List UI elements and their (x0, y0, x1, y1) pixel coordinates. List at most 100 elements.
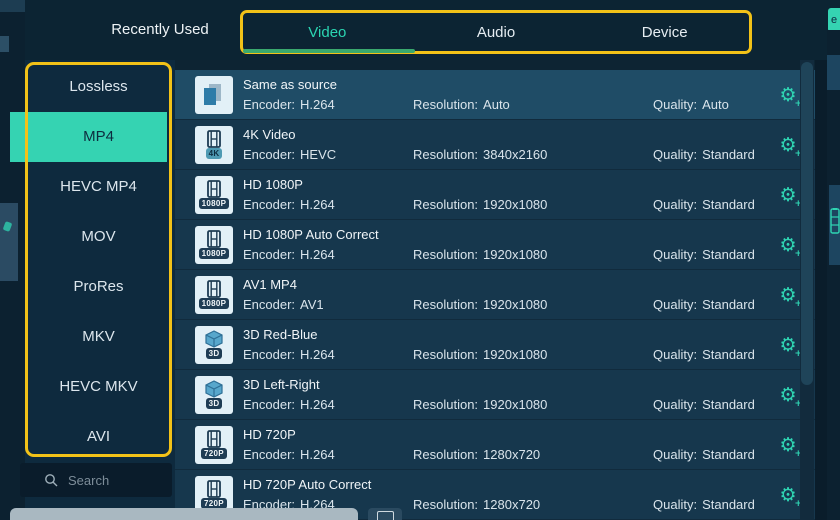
sidebar-item-mp4[interactable]: MP4 (25, 112, 172, 162)
preset-title: 4K Video (243, 127, 296, 142)
encoder-value: AV1 (300, 297, 324, 312)
quality-value: Standard (702, 297, 755, 312)
cube-glyph (205, 380, 223, 398)
film-1080p-icon: 1080P (195, 226, 233, 264)
settings-gear-icon[interactable]: ⚙ + (776, 234, 802, 259)
sidebar-item-lossless[interactable]: Lossless (25, 62, 172, 112)
tab-video[interactable]: Video (243, 13, 412, 51)
search-box[interactable] (20, 463, 172, 497)
encoder-label: Encoder: (243, 347, 296, 362)
search-input[interactable] (66, 471, 148, 489)
encoder-detail: Encoder: H.264 (243, 397, 335, 412)
tab-device[interactable]: Device (580, 13, 749, 51)
encoder-label: Encoder: (243, 97, 296, 112)
quality-value: Auto (702, 97, 729, 112)
resolution-label: Resolution: (413, 147, 479, 162)
resolution-badge: 1080P (198, 198, 230, 209)
encoder-detail: Encoder: HEVC (243, 147, 336, 162)
sidebar-item-mkv[interactable]: MKV (25, 312, 172, 362)
preset-row-4k-video[interactable]: 4K 4K Video Encoder: HEVC Resolution: 3840… (175, 120, 815, 170)
sidebar-item-avi[interactable]: AVI (25, 412, 172, 462)
settings-gear-icon[interactable]: ⚙ + (776, 434, 802, 459)
preset-row-3d-red-blue[interactable]: 3D 3D Red-Blue Encoder: H.264 Resolution:… (175, 320, 815, 370)
settings-gear-icon[interactable]: ⚙ + (776, 84, 802, 109)
quality-label: Quality: (653, 397, 698, 412)
preset-title: HD 1080P Auto Correct (243, 227, 379, 242)
resolution-badge: 1080P (198, 298, 230, 309)
edge-tooltip: e (828, 8, 840, 32)
film-strip-glyph (207, 480, 221, 498)
settings-gear-icon[interactable]: ⚙ + (776, 334, 802, 359)
preset-title: 3D Red-Blue (243, 327, 318, 342)
tab-recently-used[interactable]: Recently Used (90, 0, 230, 60)
film-1080p-icon: 1080P (195, 176, 233, 214)
encoder-label: Encoder: (243, 197, 296, 212)
preset-row-hd-1080p-auto-correct[interactable]: 1080P HD 1080P Auto Correct Encoder: H.26… (175, 220, 815, 270)
encoder-label: Encoder: (243, 447, 296, 462)
resolution-detail: Resolution: 1920x1080 (413, 197, 547, 212)
sidebar-items: Lossless MP4 HEVC MP4 MOV ProRes MKV HEV… (25, 62, 172, 462)
resolution-value: 1280x720 (483, 497, 541, 512)
edge-film-icon (830, 208, 840, 234)
resolution-detail: Resolution: 1280x720 (413, 447, 540, 462)
resolution-label: Resolution: (413, 197, 479, 212)
film-strip-glyph (207, 180, 221, 198)
background-right-edge (827, 30, 840, 520)
sidebar-item-hevc-mkv[interactable]: HEVC MKV (25, 362, 172, 412)
copy-front-shape (204, 88, 216, 105)
film-strip-glyph (207, 130, 221, 148)
sidebar-item-hevc-mp4[interactable]: HEVC MP4 (25, 162, 172, 212)
sidebar-item-prores[interactable]: ProRes (25, 262, 172, 312)
resolution-label: Resolution: (413, 297, 479, 312)
quality-value: Standard (702, 197, 755, 212)
resolution-detail: Resolution: 3840x2160 (413, 147, 547, 162)
preset-row-hd-1080p[interactable]: 1080P HD 1080P Encoder: H.264 Resolution:… (175, 170, 815, 220)
film-strip-glyph (207, 280, 221, 298)
encoder-detail: Encoder: H.264 (243, 97, 335, 112)
resolution-label: Resolution: (413, 347, 479, 362)
cube-3d-icon: 3D (195, 326, 233, 364)
encoder-detail: Encoder: H.264 (243, 447, 335, 462)
background-bottom-bar (10, 508, 358, 520)
encoder-value: H.264 (300, 397, 335, 412)
scrollbar-thumb[interactable] (801, 62, 813, 385)
film-4k-icon: 4K (195, 126, 233, 164)
quality-detail: Quality: Standard (653, 447, 755, 462)
quality-detail: Quality: Standard (653, 247, 755, 262)
sidebar-item-mov[interactable]: MOV (25, 212, 172, 262)
resolution-badge: 1080P (198, 248, 230, 259)
quality-label: Quality: (653, 97, 698, 112)
encoder-value: H.264 (300, 97, 335, 112)
settings-gear-icon[interactable]: ⚙ + (776, 484, 802, 509)
preset-title: HD 1080P (243, 177, 303, 192)
film-strip-glyph (207, 230, 221, 248)
encoder-detail: Encoder: H.264 (243, 247, 335, 262)
resolution-label: Resolution: (413, 247, 479, 262)
quality-value: Standard (702, 247, 755, 262)
preset-row-3d-left-right[interactable]: 3D 3D Left-Right Encoder: H.264 Resolutio… (175, 370, 815, 420)
settings-gear-icon[interactable]: ⚙ + (776, 384, 802, 409)
resolution-value: Auto (483, 97, 510, 112)
settings-gear-icon[interactable]: ⚙ + (776, 284, 802, 309)
film-strip-glyph (207, 430, 221, 448)
preset-row-same-as-source[interactable]: Same as source Encoder: H.264 Resolution:… (175, 70, 815, 120)
quality-value: Standard (702, 447, 755, 462)
cube-glyph (205, 330, 223, 348)
settings-gear-icon[interactable]: ⚙ + (776, 184, 802, 209)
preset-title: Same as source (243, 77, 337, 92)
quality-detail: Quality: Auto (653, 97, 729, 112)
settings-gear-icon[interactable]: ⚙ + (776, 134, 802, 159)
preset-title: HD 720P (243, 427, 296, 442)
resolution-value: 1920x1080 (483, 247, 548, 262)
resolution-badge: 4K (205, 148, 223, 159)
tab-audio[interactable]: Audio (412, 13, 581, 51)
quality-value: Standard (702, 347, 755, 362)
encoder-detail: Encoder: H.264 (243, 197, 335, 212)
encoder-value: H.264 (300, 447, 335, 462)
document-glyph (376, 511, 394, 520)
preset-row-hd-720p[interactable]: 720P HD 720P Encoder: H.264 Resolution: 12… (175, 420, 815, 470)
preset-row-av1-mp4[interactable]: 1080P AV1 MP4 Encoder: AV1 Resolution: 192… (175, 270, 815, 320)
film-720p-icon: 720P (195, 426, 233, 464)
encoder-value: H.264 (300, 247, 335, 262)
resolution-detail: Resolution: 1920x1080 (413, 297, 547, 312)
